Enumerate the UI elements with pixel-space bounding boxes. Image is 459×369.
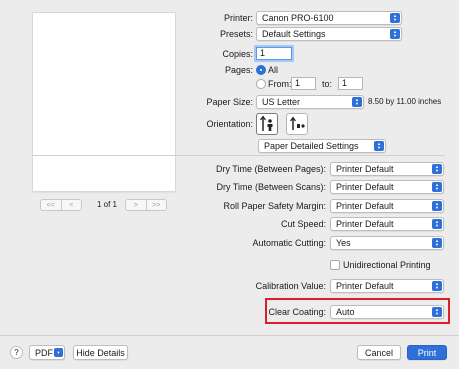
setting-label: Cut Speed: bbox=[280, 219, 326, 229]
pages-label: Pages: bbox=[224, 65, 253, 75]
cancel-button[interactable]: Cancel bbox=[357, 345, 401, 360]
setting-value: Printer Default bbox=[336, 164, 394, 174]
pdf-menu-button[interactable]: PDF ▼ bbox=[29, 345, 65, 360]
chevron-down-icon: ▼ bbox=[54, 348, 63, 357]
setting-label: Dry Time (Between Scans): bbox=[216, 182, 326, 192]
page-indicator: 1 of 1 bbox=[96, 200, 117, 209]
chevron-updown-icon: ▲ ▼ bbox=[390, 29, 400, 39]
first-page-button[interactable]: << bbox=[41, 200, 61, 210]
landscape-icon bbox=[290, 116, 305, 130]
automatic-cutting-popup[interactable]: Yes ▲ ▼ bbox=[330, 236, 444, 250]
cut-speed-popup[interactable]: Printer Default ▲ ▼ bbox=[330, 217, 444, 231]
previous-page-button[interactable]: < bbox=[60, 200, 82, 210]
preview-forward-nav: > >> bbox=[125, 199, 167, 211]
presets-label: Presets: bbox=[219, 29, 253, 39]
printer-label: Printer: bbox=[223, 13, 253, 23]
chevron-updown-icon: ▲ ▼ bbox=[432, 281, 442, 291]
setting-value: Printer Default bbox=[336, 201, 394, 211]
setting-value: Printer Default bbox=[336, 219, 394, 229]
chevron-updown-icon: ▲ ▼ bbox=[432, 201, 442, 211]
portrait-orientation-button[interactable] bbox=[256, 113, 278, 135]
unidirectional-label: Unidirectional Printing bbox=[343, 260, 431, 270]
hide-details-button[interactable]: Hide Details bbox=[73, 345, 128, 360]
orientation-label: Orientation: bbox=[206, 119, 253, 129]
chevron-updown-icon: ▲ ▼ bbox=[432, 238, 442, 248]
calibration-label: Calibration Value: bbox=[255, 281, 326, 291]
copies-label: Copies: bbox=[222, 49, 253, 59]
chevron-updown-icon: ▲ ▼ bbox=[432, 307, 442, 317]
section-divider bbox=[33, 155, 445, 156]
section-popup-value: Paper Detailed Settings bbox=[264, 141, 359, 151]
setting-label: Dry Time (Between Pages): bbox=[215, 164, 326, 174]
roll-paper-margin-popup[interactable]: Printer Default ▲ ▼ bbox=[330, 199, 444, 213]
setting-value: Printer Default bbox=[336, 182, 394, 192]
calibration-popup[interactable]: Printer Default ▲ ▼ bbox=[330, 279, 444, 293]
pages-all-radio[interactable] bbox=[256, 65, 266, 75]
chevron-updown-icon: ▲ ▼ bbox=[432, 164, 442, 174]
clear-coating-popup[interactable]: Auto ▲ ▼ bbox=[330, 305, 444, 319]
setting-label: Automatic Cutting: bbox=[252, 238, 326, 248]
chevron-updown-icon: ▲ ▼ bbox=[432, 219, 442, 229]
paper-size-label: Paper Size: bbox=[206, 97, 253, 107]
paper-size-dimensions: 8.50 by 11.00 inches bbox=[368, 97, 442, 106]
pdf-label: PDF bbox=[35, 347, 53, 358]
paper-size-popup[interactable]: US Letter ▲ ▼ bbox=[256, 95, 364, 109]
pages-range-radio[interactable] bbox=[256, 79, 266, 89]
dry-time-scans-popup[interactable]: Printer Default ▲ ▼ bbox=[330, 180, 444, 194]
clear-coating-label: Clear Coating: bbox=[268, 307, 326, 317]
page-preview bbox=[33, 13, 175, 191]
chevron-updown-icon: ▲ ▼ bbox=[374, 141, 384, 151]
chevron-updown-icon: ▲ ▼ bbox=[390, 13, 400, 23]
chevron-updown-icon: ▲ ▼ bbox=[432, 182, 442, 192]
clear-coating-value: Auto bbox=[336, 307, 355, 317]
pages-from-field[interactable]: 1 bbox=[291, 77, 316, 90]
presets-popup[interactable]: Default Settings ▲ ▼ bbox=[256, 27, 402, 41]
pages-to-field[interactable]: 1 bbox=[338, 77, 363, 90]
footer-divider bbox=[0, 335, 459, 336]
last-page-button[interactable]: >> bbox=[145, 200, 167, 210]
pages-all-label: All bbox=[268, 65, 279, 75]
portrait-icon bbox=[260, 115, 273, 131]
pages-to-label: to: bbox=[322, 79, 333, 89]
dry-time-pages-popup[interactable]: Printer Default ▲ ▼ bbox=[330, 162, 444, 176]
copies-field[interactable]: 1 bbox=[256, 47, 292, 60]
calibration-value: Printer Default bbox=[336, 281, 394, 291]
printer-value: Canon PRO-6100 bbox=[262, 13, 334, 23]
section-popup[interactable]: Paper Detailed Settings ▲ ▼ bbox=[258, 139, 386, 153]
print-button[interactable]: Print bbox=[407, 345, 447, 360]
unidirectional-checkbox[interactable] bbox=[330, 260, 340, 270]
paper-size-value: US Letter bbox=[262, 97, 301, 107]
pages-from-label: From: bbox=[268, 79, 292, 89]
preview-back-nav: << < bbox=[40, 199, 82, 211]
landscape-orientation-button[interactable] bbox=[286, 113, 308, 135]
chevron-updown-icon: ▲ ▼ bbox=[352, 97, 362, 107]
setting-value: Yes bbox=[336, 238, 351, 248]
setting-label: Roll Paper Safety Margin: bbox=[223, 201, 326, 211]
next-page-button[interactable]: > bbox=[126, 200, 146, 210]
printer-popup[interactable]: Canon PRO-6100 ▲ ▼ bbox=[256, 11, 402, 25]
help-button[interactable]: ? bbox=[10, 346, 23, 359]
presets-value: Default Settings bbox=[262, 29, 326, 39]
